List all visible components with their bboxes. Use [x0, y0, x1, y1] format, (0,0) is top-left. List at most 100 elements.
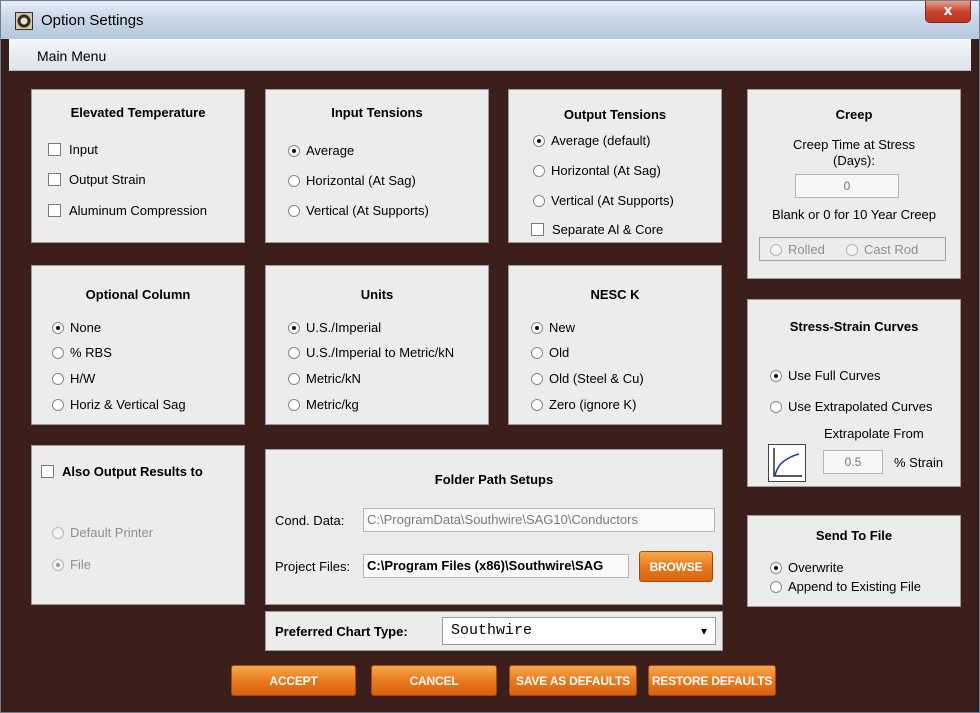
title-bar[interactable]: Option Settings x — [1, 1, 979, 39]
radio-button[interactable] — [770, 370, 782, 382]
checkbox-also-output[interactable]: Also Output Results to — [41, 464, 203, 479]
radio-old-steel-cu[interactable]: Old (Steel & Cu) — [531, 371, 644, 386]
cond-data-path-input[interactable]: C:\ProgramData\Southwire\SAG10\Conductor… — [363, 508, 715, 532]
radio-label: Overwrite — [788, 560, 844, 575]
radio-label: Average — [306, 143, 355, 158]
radio-button[interactable] — [288, 145, 300, 157]
extrapolate-label: Extrapolate From — [824, 426, 924, 441]
panel-title: Elevated Temperature — [70, 105, 206, 120]
checkbox-label: Separate Al & Core — [552, 222, 664, 237]
radio-button[interactable] — [288, 373, 300, 385]
radio-new[interactable]: New — [531, 320, 575, 335]
radio-button[interactable] — [533, 195, 545, 207]
radio-none[interactable]: None — [52, 320, 101, 335]
radio-button[interactable] — [770, 244, 782, 256]
checkbox-output-strain[interactable]: Output Strain — [48, 172, 146, 187]
checkbox-box[interactable] — [48, 204, 61, 217]
radio-button[interactable] — [531, 322, 543, 334]
radio-button[interactable] — [288, 347, 300, 359]
radio-label: Old — [549, 345, 570, 360]
radio-label: Horizontal (At Sag) — [551, 163, 661, 178]
radio-horiz-vertical-sag[interactable]: Horiz & Vertical Sag — [52, 397, 186, 412]
folder-paths-panel: Folder Path Setups Cond. Data: C:\Progra… — [265, 449, 723, 605]
cancel-button[interactable]: CANCEL — [371, 665, 497, 696]
radio-button[interactable] — [52, 347, 64, 359]
extrapolate-from-input[interactable]: 0.5 — [823, 450, 883, 474]
radio-label: Average (default) — [551, 133, 651, 148]
radio-button[interactable] — [52, 399, 64, 411]
radio-button[interactable] — [531, 399, 543, 411]
radio-label: U.S./Imperial to Metric/kN — [306, 345, 455, 360]
radio-vertical[interactable]: Vertical (At Supports) — [533, 193, 674, 208]
radio-average[interactable]: Average — [288, 143, 354, 158]
radio-button[interactable] — [288, 205, 300, 217]
radio-button[interactable] — [288, 175, 300, 187]
checkbox-box[interactable] — [531, 223, 544, 236]
radio-horizontal[interactable]: Horizontal (At Sag) — [533, 163, 661, 178]
radio-button[interactable] — [533, 165, 545, 177]
radio-file[interactable]: File — [52, 557, 91, 572]
browse-button[interactable]: BROWSE — [639, 551, 713, 582]
checkbox-separate-al-core[interactable]: Separate Al & Core — [531, 222, 663, 237]
checkbox-aluminum-compression[interactable]: Aluminum Compression — [48, 203, 207, 218]
stress-strain-chart-icon[interactable] — [768, 444, 806, 482]
chart-type-label: Preferred Chart Type: — [275, 624, 408, 639]
radio-label: Cast Rod — [864, 242, 919, 257]
menu-bar: Main Menu — [9, 39, 971, 71]
radio-button[interactable] — [533, 135, 545, 147]
menu-main[interactable]: Main Menu — [37, 48, 106, 64]
radio-button[interactable] — [770, 562, 782, 574]
elevated-temperature-panel: Elevated Temperature Input Output Strain… — [31, 89, 245, 243]
checkbox-box[interactable] — [41, 465, 54, 478]
radio-horizontal[interactable]: Horizontal (At Sag) — [288, 173, 416, 188]
checkbox-box[interactable] — [48, 173, 61, 186]
radio-label: Append to Existing File — [788, 579, 921, 594]
panel-title: Units — [360, 287, 394, 302]
radio-zero[interactable]: Zero (ignore K) — [531, 397, 636, 412]
panel-title: NESC K — [590, 287, 640, 302]
radio-average-default[interactable]: Average (default) — [533, 133, 651, 148]
radio-cast-rod[interactable]: Cast Rod — [846, 242, 918, 257]
radio-button[interactable] — [531, 347, 543, 359]
output-tensions-panel: Output Tensions Average (default) Horizo… — [508, 89, 722, 243]
project-files-path-input[interactable]: C:\Program Files (x86)\Southwire\SAG — [363, 554, 629, 578]
radio-rolled[interactable]: Rolled — [770, 242, 825, 257]
save-as-defaults-button[interactable]: SAVE AS DEFAULTS — [509, 665, 637, 696]
restore-defaults-button[interactable]: RESTORE DEFAULTS — [648, 665, 776, 696]
panel-title: Stress-Strain Curves — [789, 319, 919, 334]
radio-button[interactable] — [770, 581, 782, 593]
radio-overwrite[interactable]: Overwrite — [770, 560, 844, 575]
radio-label: % RBS — [70, 345, 112, 360]
radio-metric-kn[interactable]: Metric/kN — [288, 371, 361, 386]
radio-old[interactable]: Old — [531, 345, 569, 360]
chart-type-select[interactable]: Southwire ▾ — [442, 617, 716, 645]
radio-rbs[interactable]: % RBS — [52, 345, 112, 360]
checkbox-input[interactable]: Input — [48, 142, 98, 157]
radio-us-imperial[interactable]: U.S./Imperial — [288, 320, 381, 335]
radio-append[interactable]: Append to Existing File — [770, 579, 921, 594]
radio-button[interactable] — [531, 373, 543, 385]
radio-button[interactable] — [288, 322, 300, 334]
radio-button[interactable] — [52, 322, 64, 334]
radio-use-full-curves[interactable]: Use Full Curves — [770, 368, 880, 383]
accept-button[interactable]: ACCEPT — [231, 665, 356, 696]
radio-button[interactable] — [52, 527, 64, 539]
radio-default-printer[interactable]: Default Printer — [52, 525, 153, 540]
radio-button[interactable] — [288, 399, 300, 411]
radio-metric-kg[interactable]: Metric/kg — [288, 397, 359, 412]
radio-us-imperial-metric-kn[interactable]: U.S./Imperial to Metric/kN — [288, 345, 454, 360]
window-title: Option Settings — [41, 12, 144, 29]
close-button[interactable]: x — [925, 1, 971, 23]
radio-vertical[interactable]: Vertical (At Supports) — [288, 203, 429, 218]
radio-button[interactable] — [52, 559, 64, 571]
app-icon — [15, 12, 33, 30]
radio-use-extrapolated-curves[interactable]: Use Extrapolated Curves — [770, 399, 933, 414]
radio-button[interactable] — [52, 373, 64, 385]
radio-button[interactable] — [770, 401, 782, 413]
checkbox-box[interactable] — [48, 143, 61, 156]
creep-time-input[interactable]: 0 — [795, 174, 899, 198]
dialog-body: Elevated Temperature Input Output Strain… — [9, 71, 971, 707]
radio-hw[interactable]: H/W — [52, 371, 95, 386]
radio-label: Vertical (At Supports) — [551, 193, 674, 208]
radio-button[interactable] — [846, 244, 858, 256]
